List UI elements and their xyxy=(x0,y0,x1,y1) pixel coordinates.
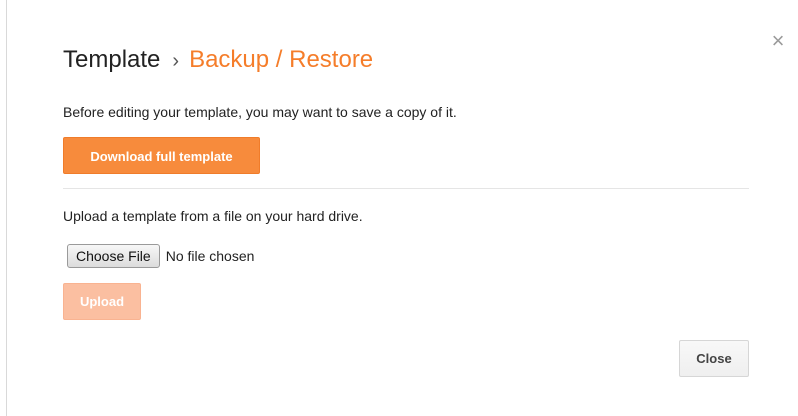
choose-file-button[interactable]: Choose File xyxy=(67,244,160,268)
section-divider xyxy=(63,188,749,189)
dialog-title: Template › Backup / Restore xyxy=(63,44,373,77)
file-input-row: Choose File No file chosen xyxy=(67,244,254,268)
upload-description: Upload a template from a file on your ha… xyxy=(63,208,363,224)
download-full-template-button[interactable]: Download full template xyxy=(63,137,260,174)
close-button[interactable]: Close xyxy=(679,340,749,377)
close-icon[interactable]: × xyxy=(767,30,789,52)
breadcrumb-template[interactable]: Template xyxy=(63,46,160,73)
backup-restore-dialog: × Template › Backup / Restore Before editi… xyxy=(6,0,798,416)
breadcrumb-current: Backup / Restore xyxy=(189,46,374,73)
breadcrumb-separator-icon: › xyxy=(172,50,180,72)
upload-button[interactable]: Upload xyxy=(63,283,141,320)
file-status-text: No file chosen xyxy=(165,248,255,264)
backup-description: Before editing your template, you may wa… xyxy=(63,104,457,120)
